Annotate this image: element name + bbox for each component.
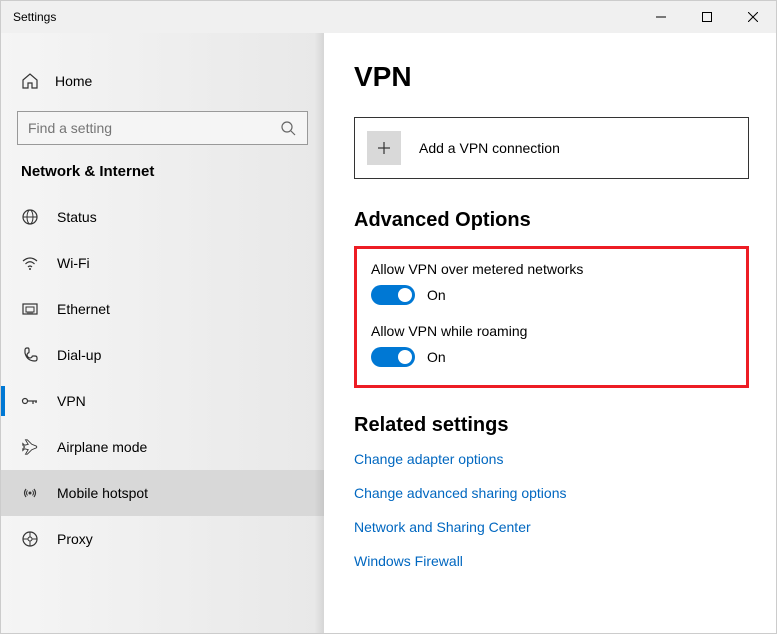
- close-button[interactable]: [730, 1, 776, 33]
- highlight-box: Allow VPN over metered networks On Allow…: [354, 246, 749, 388]
- home-nav[interactable]: Home: [1, 61, 324, 101]
- link-network-sharing-center[interactable]: Network and Sharing Center: [354, 519, 746, 535]
- sidebar-item-label: VPN: [57, 393, 86, 409]
- sidebar-item-proxy[interactable]: Proxy: [1, 516, 324, 562]
- sidebar-item-airplane[interactable]: Airplane mode: [1, 424, 324, 470]
- sidebar-item-label: Mobile hotspot: [57, 485, 148, 501]
- toggle-label: Allow VPN over metered networks: [371, 261, 732, 277]
- sidebar-item-label: Status: [57, 209, 97, 225]
- ethernet-icon: [21, 300, 39, 318]
- toggle-metered: Allow VPN over metered networks On: [371, 261, 732, 305]
- toggle-label: Allow VPN while roaming: [371, 323, 732, 339]
- sidebar-item-label: Ethernet: [57, 301, 110, 317]
- sidebar-item-ethernet[interactable]: Ethernet: [1, 286, 324, 332]
- search-icon: [279, 119, 297, 137]
- advanced-options-heading: Advanced Options: [354, 209, 746, 232]
- search-box[interactable]: [17, 111, 308, 145]
- home-icon: [21, 72, 39, 90]
- home-label: Home: [55, 73, 92, 89]
- sidebar-item-dialup[interactable]: Dial-up: [1, 332, 324, 378]
- plus-icon: [367, 131, 401, 165]
- toggle-switch-roaming[interactable]: [371, 347, 415, 367]
- sidebar-item-vpn[interactable]: VPN: [1, 378, 324, 424]
- sidebar-item-status[interactable]: Status: [1, 194, 324, 240]
- link-adapter-options[interactable]: Change adapter options: [354, 451, 746, 467]
- toggle-state: On: [427, 349, 446, 365]
- vpn-icon: [21, 392, 39, 410]
- nav-list: Status Wi-Fi Ethernet Dial-up: [1, 194, 324, 562]
- category-heading: Network & Internet: [1, 163, 324, 194]
- page-title: VPN: [354, 61, 746, 93]
- toggle-switch-metered[interactable]: [371, 285, 415, 305]
- dialup-icon: [21, 346, 39, 364]
- related-links: Change adapter options Change advanced s…: [354, 451, 746, 569]
- add-vpn-button[interactable]: Add a VPN connection: [354, 117, 749, 179]
- sidebar-item-label: Dial-up: [57, 347, 101, 363]
- titlebar: Settings: [1, 1, 776, 33]
- sidebar-item-label: Airplane mode: [57, 439, 147, 455]
- wifi-icon: [21, 254, 39, 272]
- app-name: Settings: [1, 10, 324, 24]
- main-panel: VPN Add a VPN connection Advanced Option…: [324, 33, 776, 633]
- maximize-button[interactable]: [684, 1, 730, 33]
- hotspot-icon: [21, 484, 39, 502]
- link-windows-firewall[interactable]: Windows Firewall: [354, 553, 746, 569]
- sidebar-item-label: Proxy: [57, 531, 93, 547]
- proxy-icon: [21, 530, 39, 548]
- sidebar-item-label: Wi-Fi: [57, 255, 90, 271]
- airplane-icon: [21, 438, 39, 456]
- add-vpn-label: Add a VPN connection: [419, 140, 560, 156]
- related-settings-heading: Related settings: [354, 414, 746, 437]
- toggle-state: On: [427, 287, 446, 303]
- toggle-roaming: Allow VPN while roaming On: [371, 323, 732, 367]
- sidebar-item-hotspot[interactable]: Mobile hotspot: [1, 470, 324, 516]
- link-advanced-sharing[interactable]: Change advanced sharing options: [354, 485, 746, 501]
- sidebar: Home Network & Internet Status Wi-: [1, 33, 324, 633]
- status-icon: [21, 208, 39, 226]
- sidebar-item-wifi[interactable]: Wi-Fi: [1, 240, 324, 286]
- search-input[interactable]: [28, 120, 279, 136]
- minimize-button[interactable]: [638, 1, 684, 33]
